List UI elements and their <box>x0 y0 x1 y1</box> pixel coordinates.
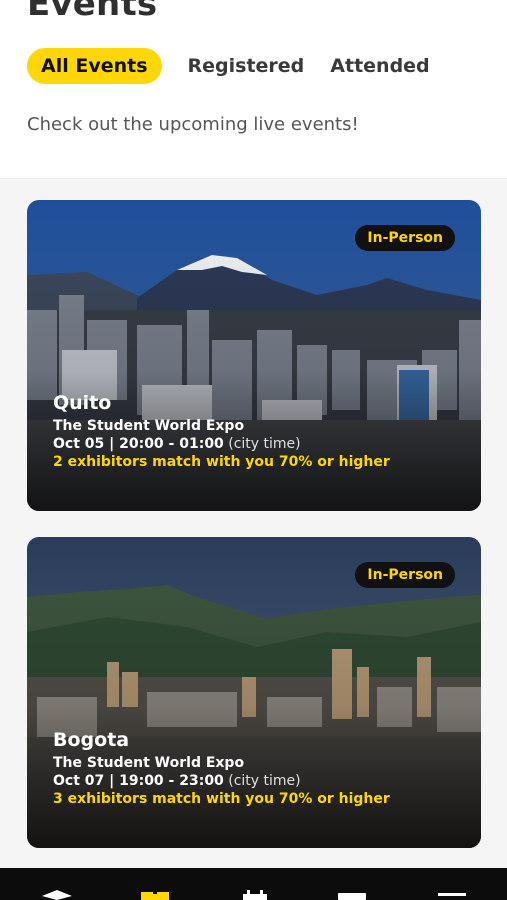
event-name: The Student World Expo <box>53 755 245 771</box>
tab-attended[interactable]: Attended <box>330 48 429 84</box>
in-person-badge: In-Person <box>355 562 455 588</box>
event-name: The Student World Expo <box>53 418 245 434</box>
tab-bar: All Events Registered Attended <box>27 48 456 84</box>
bottom-nav <box>0 868 507 900</box>
header: Events All Events Registered Attended Ch… <box>0 0 507 178</box>
event-card-bogota[interactable]: In-Person Bogota The Student World Expo … <box>27 537 481 848</box>
event-info: Bogota The Student World Expo Oct 07 | 1… <box>53 729 390 807</box>
event-timezone-note: (city time) <box>228 773 301 789</box>
calendar-event-icon[interactable] <box>140 890 170 900</box>
event-city: Quito <box>53 392 112 414</box>
tab-registered[interactable]: Registered <box>188 48 305 84</box>
exhibitor-match: 2 exhibitors match with you 70% or highe… <box>53 454 390 470</box>
event-card-quito[interactable]: In-Person Quito The Student World Expo O… <box>27 200 481 511</box>
exhibitor-match: 3 exhibitors match with you 70% or highe… <box>53 791 390 807</box>
event-time: Oct 07 | 19:00 - 23:00 (city time) <box>53 773 390 789</box>
events-list[interactable]: In-Person Quito The Student World Expo O… <box>0 178 507 868</box>
page-subtitle: Check out the upcoming live events! <box>27 114 359 135</box>
graduation-cap-icon[interactable] <box>42 890 72 900</box>
page-title: Events <box>27 0 158 24</box>
event-city: Bogota <box>53 729 130 751</box>
event-time: Oct 05 | 20:00 - 01:00 (city time) <box>53 436 390 452</box>
chat-icon[interactable] <box>337 890 367 900</box>
menu-icon[interactable] <box>437 890 467 900</box>
in-person-badge: In-Person <box>355 225 455 251</box>
event-datetime: Oct 05 | 20:00 - 01:00 <box>53 436 224 452</box>
tab-all-events[interactable]: All Events <box>27 48 162 84</box>
event-timezone-note: (city time) <box>228 436 301 452</box>
event-info: Quito The Student World Expo Oct 05 | 20… <box>53 392 390 470</box>
calendar-icon[interactable] <box>240 890 270 900</box>
event-datetime: Oct 07 | 19:00 - 23:00 <box>53 773 224 789</box>
